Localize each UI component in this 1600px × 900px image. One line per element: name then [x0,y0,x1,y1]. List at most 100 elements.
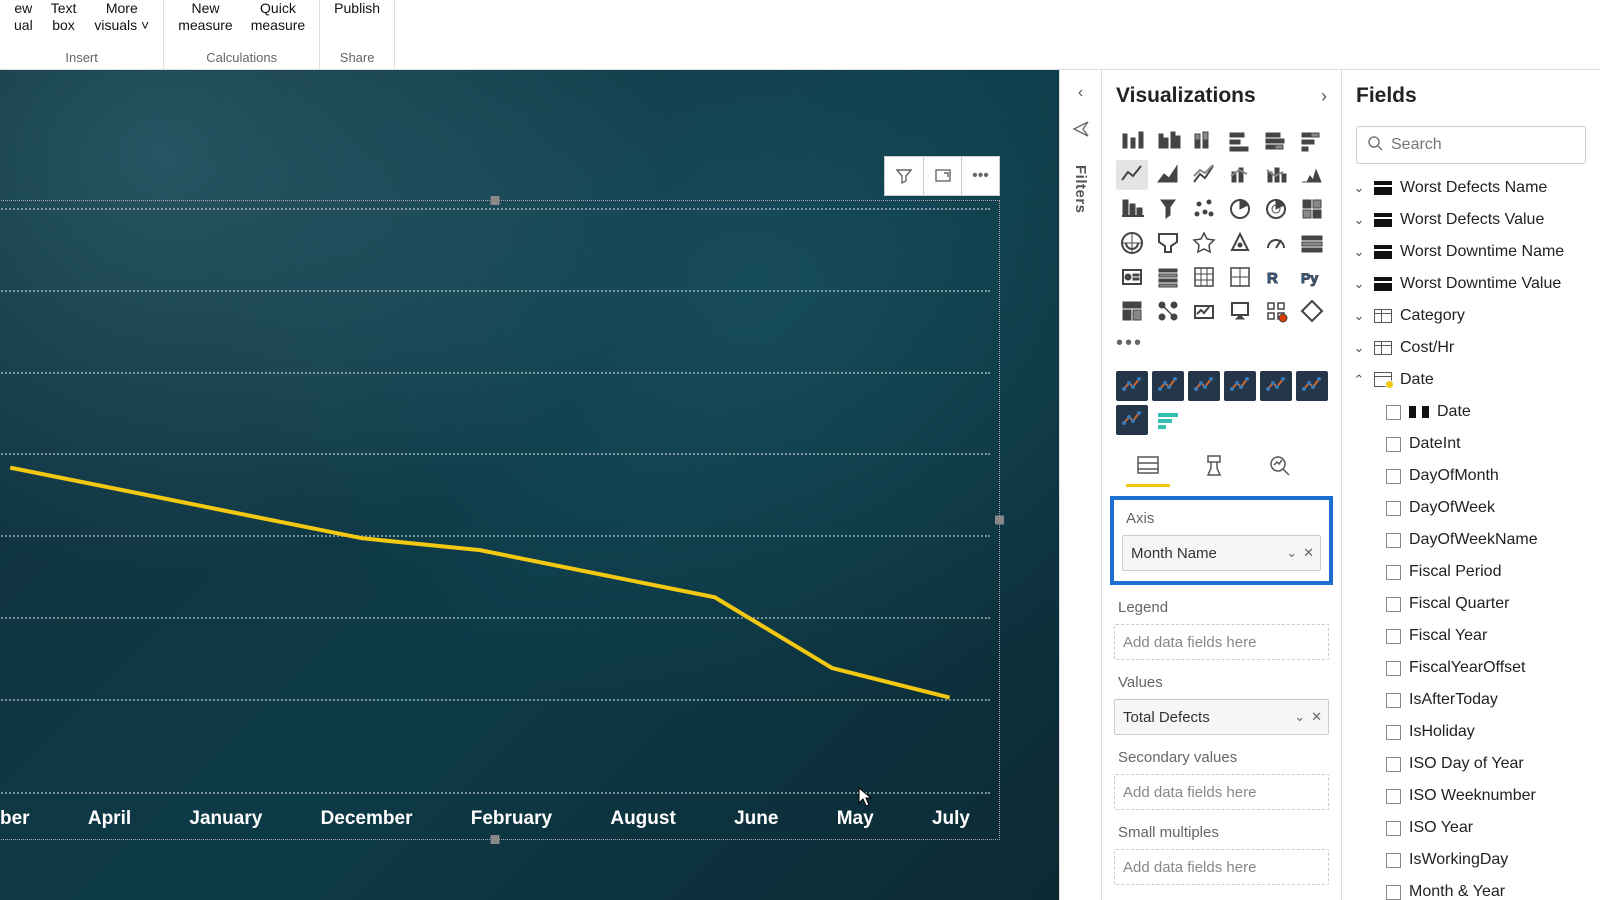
field-list[interactable]: ⌄Worst Defects Name⌄Worst Defects Value⌄… [1342,172,1600,900]
viz-type-icon[interactable] [1224,160,1256,190]
field-row[interactable]: Fiscal Quarter [1352,588,1596,620]
viz-type-icon[interactable] [1152,228,1184,258]
viz-type-icon[interactable] [1224,296,1256,326]
ribbon-publish[interactable]: Publish [334,0,380,17]
custom-visual-icon[interactable] [1116,405,1148,435]
viz-type-icon[interactable] [1152,194,1184,224]
viz-type-icon[interactable] [1152,126,1184,156]
viz-type-icon[interactable] [1116,262,1148,292]
viz-type-icon[interactable] [1224,262,1256,292]
field-row[interactable]: ISO Day of Year [1352,748,1596,780]
viz-type-icon[interactable] [1188,296,1220,326]
report-canvas[interactable]: ••• berAprilJanuaryDecemberFebruaryAugus… [0,70,1060,900]
field-checkbox[interactable] [1386,501,1401,516]
visual-more-icon[interactable]: ••• [961,157,999,195]
custom-visual-icon[interactable] [1152,405,1184,435]
custom-visual-icon[interactable] [1152,371,1184,401]
table-row[interactable]: ⌄Worst Defects Name [1352,172,1596,204]
field-checkbox[interactable] [1386,853,1401,868]
field-row[interactable]: IsHoliday [1352,716,1596,748]
format-tab[interactable] [1192,445,1236,487]
viz-type-icon[interactable] [1296,126,1328,156]
table-row[interactable]: ⌄Category [1352,300,1596,332]
small-multiples-well-drop[interactable]: Add data fields here [1114,849,1329,885]
field-row[interactable]: DayOfWeekName [1352,524,1596,556]
ribbon-quick-measure[interactable]: Quickmeasure [251,0,305,34]
viz-type-icon[interactable] [1188,194,1220,224]
viz-type-icon[interactable] [1152,160,1184,190]
field-checkbox[interactable] [1386,597,1401,612]
viz-type-icon[interactable] [1224,228,1256,258]
field-checkbox[interactable] [1386,661,1401,676]
field-row[interactable]: ISO Weeknumber [1352,780,1596,812]
resize-handle[interactable] [491,196,500,205]
viz-type-icon[interactable] [1116,160,1148,190]
field-checkbox[interactable] [1386,693,1401,708]
field-checkbox[interactable] [1386,885,1401,900]
field-checkbox[interactable] [1386,757,1401,772]
values-pill-menu-icon[interactable]: ⌄ [1294,709,1305,725]
field-checkbox[interactable] [1386,405,1401,420]
fields-search[interactable] [1356,126,1586,164]
field-row[interactable]: Fiscal Year [1352,620,1596,652]
viz-type-icon[interactable] [1224,126,1256,156]
viz-type-icon[interactable] [1152,262,1184,292]
visual-filter-icon[interactable] [885,157,923,195]
viz-type-icon[interactable] [1188,160,1220,190]
viz-type-icon[interactable] [1152,296,1184,326]
field-checkbox[interactable] [1386,629,1401,644]
field-checkbox[interactable] [1386,789,1401,804]
legend-well-drop[interactable]: Add data fields here [1114,624,1329,660]
viz-type-icon[interactable] [1296,160,1328,190]
viz-gallery-more[interactable]: ••• [1102,330,1341,363]
viz-type-icon[interactable] [1296,194,1328,224]
ribbon-more-visuals[interactable]: Morevisuals ˅ [94,0,149,34]
filters-rail-label[interactable]: Filters [1072,165,1089,214]
custom-visual-icon[interactable] [1296,371,1328,401]
axis-pill-menu-icon[interactable]: ⌄ [1286,545,1297,561]
viz-type-icon[interactable] [1224,194,1256,224]
collapse-viz-pane-icon[interactable]: › [1321,86,1327,107]
axis-field-pill[interactable]: Month Name ⌄✕ [1122,535,1321,571]
viz-type-icon[interactable] [1116,228,1148,258]
analytics-tab[interactable] [1258,445,1302,487]
field-row[interactable]: DayOfMonth [1352,460,1596,492]
field-row[interactable]: Month & Year [1352,876,1596,900]
field-row[interactable]: Date [1352,396,1596,428]
custom-visual-icon[interactable] [1116,371,1148,401]
table-row[interactable]: ⌄Worst Downtime Name [1352,236,1596,268]
field-row[interactable]: DateInt [1352,428,1596,460]
viz-type-icon[interactable] [1116,194,1148,224]
viz-type-icon[interactable] [1188,126,1220,156]
viz-type-icon[interactable]: R [1260,262,1292,292]
custom-visual-icon[interactable] [1188,371,1220,401]
axis-pill-remove-icon[interactable]: ✕ [1303,545,1314,561]
custom-visual-icon[interactable] [1260,371,1292,401]
viz-type-icon[interactable] [1116,296,1148,326]
resize-handle[interactable] [995,516,1004,525]
table-row[interactable]: ⌄Worst Defects Value [1352,204,1596,236]
field-row[interactable]: Fiscal Period [1352,556,1596,588]
fields-tab[interactable] [1126,445,1170,487]
visual-focus-icon[interactable] [923,157,961,195]
field-row[interactable]: DayOfWeek [1352,492,1596,524]
viz-type-icon[interactable] [1260,160,1292,190]
viz-type-icon[interactable] [1296,228,1328,258]
secondary-well-drop[interactable]: Add data fields here [1114,774,1329,810]
viz-type-icon[interactable] [1260,296,1292,326]
field-row[interactable]: IsAfterToday [1352,684,1596,716]
field-row[interactable]: IsWorkingDay [1352,844,1596,876]
line-chart-visual[interactable]: ••• berAprilJanuaryDecemberFebruaryAugus… [0,200,1000,840]
field-row[interactable]: FiscalYearOffset [1352,652,1596,684]
viz-type-icon[interactable] [1260,126,1292,156]
ribbon-text-box[interactable]: Textbox [51,0,77,34]
field-checkbox[interactable] [1386,565,1401,580]
viz-type-icon[interactable]: Py [1296,262,1328,292]
viz-type-icon[interactable] [1260,228,1292,258]
viz-type-icon[interactable] [1188,228,1220,258]
ribbon-new-measure[interactable]: Newmeasure [178,0,232,34]
custom-visual-icon[interactable] [1224,371,1256,401]
expand-filters-icon[interactable]: ‹ [1078,84,1083,102]
field-row[interactable]: ISO Year [1352,812,1596,844]
field-checkbox[interactable] [1386,725,1401,740]
